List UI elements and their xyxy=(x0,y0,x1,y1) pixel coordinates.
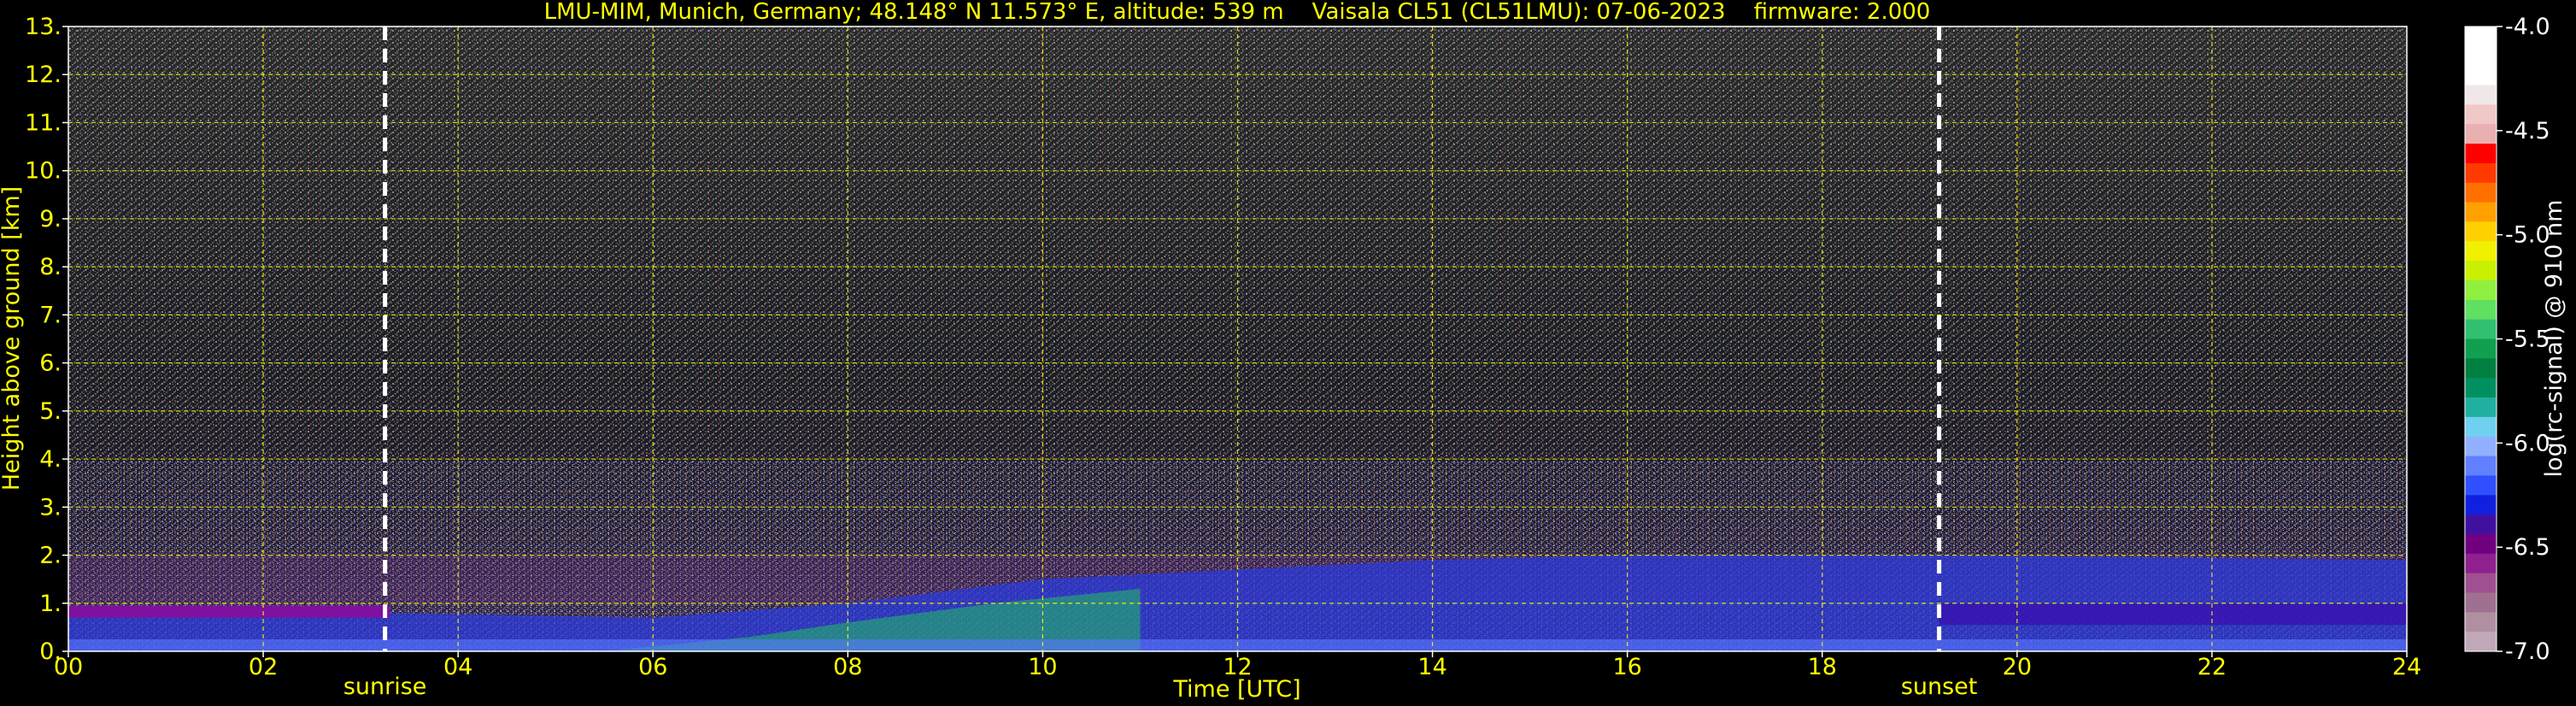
colorbar-swatch xyxy=(2465,299,2497,321)
colorbar-swatch xyxy=(2465,456,2497,477)
colorbar-swatch xyxy=(2465,85,2497,105)
y-tick-label: 9. xyxy=(39,206,62,232)
colorbar-swatch xyxy=(2465,397,2497,418)
colorbar-tick-label: -6.5 xyxy=(2505,534,2550,561)
colorbar-tick-label: -4.5 xyxy=(2505,118,2550,144)
y-tick-label: 0. xyxy=(39,638,62,665)
x-tick-label: 08 xyxy=(833,654,862,680)
colorbar-swatch xyxy=(2465,144,2497,164)
colorbar-swatch xyxy=(2465,416,2497,438)
colorbar-swatch xyxy=(2465,261,2497,281)
y-tick-label: 3. xyxy=(39,494,62,521)
colorbar-swatch xyxy=(2465,358,2497,379)
chart-title: LMU-MIM, Munich, Germany; 48.148° N 11.5… xyxy=(544,0,1931,25)
sunset-label: sunset xyxy=(1901,674,1978,700)
y-tick-label: 1. xyxy=(39,591,62,617)
colorbar-swatch xyxy=(2465,592,2497,613)
x-tick-label: 20 xyxy=(2003,654,2032,680)
y-tick-label: 7. xyxy=(39,302,62,328)
colorbar-swatch xyxy=(2465,104,2497,125)
x-tick-label: 18 xyxy=(1808,654,1837,680)
colorbar-swatch xyxy=(2465,241,2497,262)
y-tick-label: 5. xyxy=(39,398,62,425)
x-tick-label: 04 xyxy=(443,654,472,680)
y-tick-label: 12. xyxy=(25,62,62,88)
residual-layer-night xyxy=(68,605,390,618)
y-tick-label: 4. xyxy=(39,446,62,473)
colorbar-swatch xyxy=(2465,612,2497,632)
colorbar-swatch xyxy=(2465,515,2497,535)
residual-layer-evening xyxy=(1939,603,2407,626)
y-tick-label: 11. xyxy=(25,109,62,136)
colorbar-swatch xyxy=(2465,182,2497,203)
x-tick-label: 24 xyxy=(2392,654,2421,680)
colorbar-swatch xyxy=(2465,279,2497,301)
colorbar-swatch xyxy=(2465,202,2497,223)
x-tick-label: 22 xyxy=(2198,654,2227,680)
colorbar-swatch xyxy=(2465,319,2497,340)
y-tick-label: 10. xyxy=(25,158,62,185)
x-axis-label: Time [UTC] xyxy=(1172,676,1300,703)
colorbar-tick-label: -4.0 xyxy=(2505,14,2550,40)
x-tick-label: 10 xyxy=(1028,654,1057,680)
colorbar-swatch xyxy=(2465,338,2497,359)
colorbar-swatch xyxy=(2465,221,2497,242)
colorbar-swatch xyxy=(2465,436,2497,457)
colorbar-swatch xyxy=(2465,553,2497,574)
y-tick-label: 13. xyxy=(25,14,62,40)
y-tick-label: 6. xyxy=(39,350,62,377)
colorbar-swatch xyxy=(2465,45,2497,67)
colorbar: -4.0-4.5-5.0-5.5-6.0-6.5-7.0 xyxy=(2464,14,2550,665)
x-tick-label: 14 xyxy=(1417,654,1446,680)
colorbar-swatch xyxy=(2465,65,2497,86)
colorbar-swatch xyxy=(2465,475,2497,496)
colorbar-swatch xyxy=(2465,632,2497,652)
colorbar-swatch xyxy=(2465,533,2497,555)
x-tick-label: 16 xyxy=(1612,654,1641,680)
colorbar-swatch xyxy=(2465,495,2497,515)
colorbar-label: log(rc-signal) @ 910 nm xyxy=(2541,200,2567,478)
x-tick-label: 06 xyxy=(638,654,667,680)
ceilometer-chart: sunrise sunset 00 02 04 06 08 10 12 14 16 18 20 22 24… xyxy=(0,0,2567,703)
colorbar-swatch xyxy=(2465,573,2497,594)
colorbar-swatch xyxy=(2465,162,2497,184)
y-axis-label: Height above ground [km] xyxy=(0,186,25,491)
sunrise-label: sunrise xyxy=(343,674,427,700)
y-tick-label: 8. xyxy=(39,254,62,280)
y-tick-label: 2. xyxy=(39,543,62,569)
colorbar-swatch xyxy=(2465,378,2497,398)
x-tick-label: 02 xyxy=(249,654,278,680)
colorbar-swatch xyxy=(2465,124,2497,144)
colorbar-tick-label: -7.0 xyxy=(2505,638,2550,665)
colorbar-swatch xyxy=(2465,26,2497,47)
